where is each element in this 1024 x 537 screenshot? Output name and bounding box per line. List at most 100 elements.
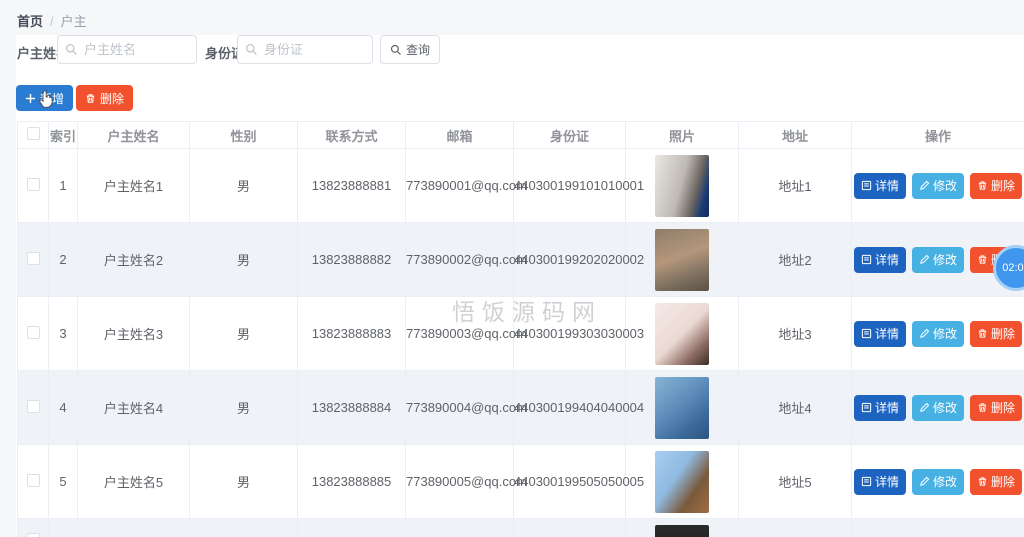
edit-label: 修改: [932, 327, 957, 341]
cell-index: 1: [48, 148, 78, 223]
cell-name: 户主姓名4: [77, 370, 190, 445]
cell-email: 773890003@qq.com: [405, 296, 527, 371]
photo-thumbnail[interactable]: [655, 228, 709, 291]
document-icon: [861, 180, 872, 191]
row-checkbox[interactable]: [26, 325, 40, 339]
edit-button[interactable]: 修改: [911, 246, 964, 273]
document-icon: [861, 328, 872, 339]
delete-label: 删除: [991, 327, 1016, 341]
edit-button[interactable]: 修改: [911, 172, 964, 199]
table-row: 1 户主姓名1 男 13823888881 773890001@qq.com 4…: [17, 148, 1024, 223]
cell-id-card: 440300199404040004: [513, 370, 644, 445]
edit-button[interactable]: 修改: [911, 468, 964, 495]
table-row-partial: [17, 518, 1024, 537]
detail-label: 详情: [874, 401, 899, 415]
delete-button[interactable]: 删除: [970, 394, 1023, 421]
cell-name: 户主姓名1: [77, 148, 190, 223]
cell-phone: 13823888883: [297, 296, 406, 371]
plus-icon: [25, 93, 36, 103]
trash-icon: [86, 93, 95, 103]
col-photo: 照片: [625, 121, 739, 149]
timer-text: 02:02: [1002, 262, 1024, 274]
cell-gender: 男: [189, 222, 298, 297]
breadcrumb: 首页 / 户主: [17, 11, 87, 30]
delete-button[interactable]: 删除: [970, 468, 1023, 495]
pencil-icon: [920, 328, 930, 338]
cell-index: 4: [48, 370, 78, 445]
cell-phone: 13823888885: [297, 444, 406, 519]
cell-id-card: 440300199303030003: [513, 296, 644, 371]
row-checkbox[interactable]: [26, 399, 40, 413]
cell-phone: 13823888884: [297, 370, 406, 445]
delete-button[interactable]: 删除: [970, 320, 1023, 347]
detail-button[interactable]: 详情: [853, 394, 906, 421]
cell-name: 户主姓名2: [77, 222, 190, 297]
row-checkbox[interactable]: [26, 251, 40, 265]
photo-thumbnail[interactable]: [655, 376, 709, 439]
cell-gender: 男: [189, 296, 298, 371]
breadcrumb-current: 户主: [60, 14, 87, 29]
magnifier-icon: [390, 44, 401, 55]
edit-button[interactable]: 修改: [911, 394, 964, 421]
trash-icon: [978, 255, 987, 264]
cell-phone: 13823888882: [297, 222, 406, 297]
detail-button[interactable]: 详情: [853, 468, 906, 495]
detail-button[interactable]: 详情: [853, 172, 906, 199]
table-row: 5 户主姓名5 男 13823888885 773890005@qq.com 4…: [17, 444, 1024, 519]
row-checkbox[interactable]: [26, 533, 40, 537]
table-row: 4 户主姓名4 男 13823888884 773890004@qq.com 4…: [17, 370, 1024, 445]
table-row: 3 户主姓名3 男 13823888883 773890003@qq.com 4…: [17, 296, 1024, 371]
delete-label: 删除: [991, 401, 1016, 415]
edit-label: 修改: [932, 179, 957, 193]
cell-gender: 男: [189, 370, 298, 445]
search-icon: [245, 43, 257, 55]
trash-icon: [978, 181, 987, 190]
photo-thumbnail[interactable]: [655, 302, 709, 365]
cell-address: 地址4: [738, 370, 852, 445]
cell-name: 户主姓名5: [77, 444, 190, 519]
cell-index: 2: [48, 222, 78, 297]
detail-label: 详情: [874, 253, 899, 267]
page: 首页 / 户主 户主姓名 身份证 查询 新增 删除: [0, 0, 1024, 537]
cell-gender: 男: [189, 444, 298, 519]
photo-thumbnail[interactable]: [655, 525, 709, 537]
cell-name: 户主姓名3: [77, 296, 190, 371]
col-operate: 操作: [851, 121, 1024, 149]
batch-delete-label: 删除: [100, 91, 125, 106]
owners-table: 索引 户主姓名 性别 联系方式 邮箱 身份证 照片 地址 操作 1 户主姓名1 …: [17, 121, 1024, 537]
edit-label: 修改: [932, 253, 957, 267]
batch-delete-button[interactable]: 删除: [76, 85, 134, 111]
detail-button[interactable]: 详情: [853, 246, 906, 273]
col-index: 索引: [48, 121, 78, 149]
owner-name-input[interactable]: [57, 35, 197, 64]
delete-label: 删除: [991, 179, 1016, 193]
pencil-icon: [920, 254, 930, 264]
edit-button[interactable]: 修改: [911, 320, 964, 347]
delete-button[interactable]: 删除: [970, 172, 1023, 199]
breadcrumb-home[interactable]: 首页: [17, 14, 43, 29]
row-checkbox[interactable]: [26, 473, 40, 487]
edit-label: 修改: [932, 475, 957, 489]
add-button-label: 新增: [40, 91, 65, 106]
query-button[interactable]: 查询: [380, 35, 441, 64]
photo-thumbnail[interactable]: [655, 450, 709, 513]
document-icon: [861, 254, 872, 265]
select-all-checkbox[interactable]: [26, 127, 40, 140]
cell-address: 地址2: [738, 222, 852, 297]
trash-icon: [978, 329, 987, 338]
row-checkbox[interactable]: [26, 177, 40, 191]
col-id-card: 身份证: [513, 121, 626, 149]
detail-button[interactable]: 详情: [853, 320, 906, 347]
query-button-label: 查询: [406, 43, 431, 57]
table-row: 2 户主姓名2 男 13823888882 773890002@qq.com 4…: [17, 222, 1024, 297]
document-icon: [861, 476, 872, 487]
col-gender: 性别: [189, 121, 298, 149]
cell-address: 地址5: [738, 444, 852, 519]
add-button[interactable]: 新增: [16, 85, 74, 111]
cell-email: 773890002@qq.com: [405, 222, 527, 297]
cell-gender: 男: [189, 148, 298, 223]
photo-thumbnail[interactable]: [655, 154, 709, 217]
col-email: 邮箱: [405, 121, 514, 149]
cell-email: 773890005@qq.com: [405, 444, 527, 519]
cell-phone: 13823888881: [297, 148, 406, 223]
